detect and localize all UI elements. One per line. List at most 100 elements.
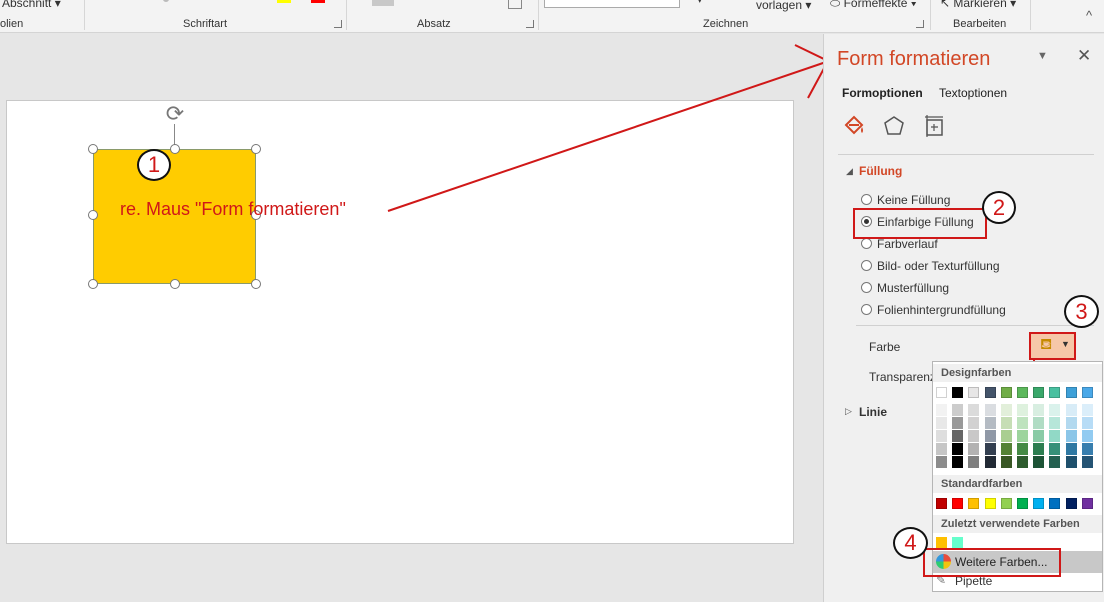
standard-color-swatch[interactable] <box>936 498 947 509</box>
theme-shade-swatch[interactable] <box>936 443 947 455</box>
theme-shade-swatch[interactable] <box>1033 456 1044 468</box>
section-fuellung[interactable]: Füllung <box>859 164 902 178</box>
section-linie[interactable]: Linie <box>859 405 887 419</box>
theme-shade-swatch[interactable] <box>985 456 996 468</box>
theme-shade-swatch[interactable] <box>1001 443 1012 455</box>
theme-tint-swatch[interactable] <box>985 417 996 429</box>
radio-musterfuellung[interactable] <box>861 282 872 293</box>
label-keine-fuellung[interactable]: Keine Füllung <box>877 193 950 207</box>
radio-farbverlauf[interactable] <box>861 238 872 249</box>
theme-tint-swatch[interactable] <box>1082 430 1093 442</box>
theme-shade-swatch[interactable] <box>1017 443 1028 455</box>
pane-options-dropdown-icon[interactable]: ▼ <box>1037 50 1048 62</box>
theme-tint-swatch[interactable] <box>968 430 979 442</box>
label-transparenz: Transparenz <box>869 370 936 384</box>
dropdown-arrow-icon: ▼ <box>1061 339 1070 349</box>
radio-bild-textur[interactable] <box>861 260 872 271</box>
color-picker-button[interactable]: ⛾ ▼ <box>1029 332 1076 360</box>
theme-tint-swatch[interactable] <box>1049 430 1060 442</box>
theme-tint-swatch[interactable] <box>1001 404 1012 416</box>
theme-shade-swatch[interactable] <box>1033 443 1044 455</box>
theme-tint-swatch[interactable] <box>968 404 979 416</box>
theme-tint-swatch[interactable] <box>952 417 963 429</box>
theme-tint-swatch[interactable] <box>968 417 979 429</box>
theme-color-swatch[interactable] <box>1082 387 1093 398</box>
radio-keine-fuellung[interactable] <box>861 194 872 205</box>
standard-color-swatch[interactable] <box>1001 498 1012 509</box>
theme-color-swatch[interactable] <box>1049 387 1060 398</box>
theme-tint-swatch[interactable] <box>1001 430 1012 442</box>
theme-tint-swatch[interactable] <box>985 430 996 442</box>
theme-tint-swatch[interactable] <box>1066 417 1077 429</box>
theme-shade-swatch[interactable] <box>1049 456 1060 468</box>
theme-tint-swatch[interactable] <box>936 417 947 429</box>
theme-shade-swatch[interactable] <box>1049 443 1060 455</box>
theme-shade-swatch[interactable] <box>1082 456 1093 468</box>
theme-tint-swatch[interactable] <box>952 404 963 416</box>
theme-tint-swatch[interactable] <box>1033 404 1044 416</box>
standard-color-swatch[interactable] <box>1066 498 1077 509</box>
theme-tint-swatch[interactable] <box>1017 417 1028 429</box>
label-folienhintergrund[interactable]: Folienhintergrundfüllung <box>877 303 1006 317</box>
standard-color-swatch[interactable] <box>1049 498 1060 509</box>
theme-shade-swatch[interactable] <box>968 443 979 455</box>
expand-triangle-icon[interactable]: ▷ <box>845 406 852 417</box>
theme-color-swatch[interactable] <box>1017 387 1028 398</box>
theme-shade-swatch[interactable] <box>1066 443 1077 455</box>
theme-shade-swatch[interactable] <box>1066 456 1077 468</box>
theme-color-swatch[interactable] <box>1066 387 1077 398</box>
paint-bucket-icon[interactable] <box>841 113 867 139</box>
standard-color-swatch[interactable] <box>952 498 963 509</box>
theme-color-swatch[interactable] <box>1001 387 1012 398</box>
theme-tint-swatch[interactable] <box>1017 430 1028 442</box>
tab-formoptionen[interactable]: Formoptionen <box>842 86 923 100</box>
collapse-triangle-icon[interactable]: ◢ <box>846 166 853 177</box>
theme-tint-swatch[interactable] <box>1066 430 1077 442</box>
theme-color-swatch[interactable] <box>985 387 996 398</box>
radio-folienhintergrund[interactable] <box>861 304 872 315</box>
theme-tint-swatch[interactable] <box>1001 417 1012 429</box>
standard-color-swatch[interactable] <box>1017 498 1028 509</box>
theme-shade-swatch[interactable] <box>952 443 963 455</box>
standard-color-swatch[interactable] <box>1082 498 1093 509</box>
theme-tint-swatch[interactable] <box>1066 404 1077 416</box>
theme-tint-swatch[interactable] <box>936 404 947 416</box>
divider <box>838 154 1094 155</box>
label-musterfuellung[interactable]: Musterfüllung <box>877 281 949 295</box>
pentagon-icon[interactable] <box>881 113 907 139</box>
theme-color-swatch[interactable] <box>936 387 947 398</box>
theme-tint-swatch[interactable] <box>1033 417 1044 429</box>
theme-color-swatch[interactable] <box>952 387 963 398</box>
theme-tint-swatch[interactable] <box>1017 404 1028 416</box>
theme-tint-swatch[interactable] <box>985 404 996 416</box>
tab-textoptionen[interactable]: Textoptionen <box>939 86 1007 100</box>
theme-tint-swatch[interactable] <box>1049 404 1060 416</box>
paint-bucket-icon: ⛾ <box>1040 336 1053 353</box>
theme-shade-swatch[interactable] <box>952 456 963 468</box>
theme-shade-swatch[interactable] <box>1017 456 1028 468</box>
theme-tint-swatch[interactable] <box>1049 417 1060 429</box>
theme-shade-swatch[interactable] <box>985 443 996 455</box>
theme-tint-swatch[interactable] <box>1082 404 1093 416</box>
label-bild-textur[interactable]: Bild- oder Texturfüllung <box>877 259 1000 273</box>
theme-color-swatch[interactable] <box>1033 387 1044 398</box>
theme-shade-swatch[interactable] <box>936 456 947 468</box>
theme-tint-swatch[interactable] <box>952 430 963 442</box>
standard-color-swatch[interactable] <box>1033 498 1044 509</box>
theme-tint-swatch[interactable] <box>936 430 947 442</box>
pane-title: Form formatieren <box>837 48 991 70</box>
theme-shade-swatch[interactable] <box>968 456 979 468</box>
theme-shade-swatch[interactable] <box>1082 443 1093 455</box>
theme-tint-swatch[interactable] <box>1033 430 1044 442</box>
label-farbverlauf[interactable]: Farbverlauf <box>877 237 938 251</box>
close-icon[interactable]: ✕ <box>1077 46 1091 66</box>
size-properties-icon[interactable] <box>921 113 947 139</box>
theme-tint-swatch[interactable] <box>1082 417 1093 429</box>
step-marker-2: 2 <box>982 191 1016 224</box>
theme-shade-swatch[interactable] <box>1001 456 1012 468</box>
theme-color-swatch[interactable] <box>968 387 979 398</box>
header-standardfarben: Standardfarben <box>933 475 1102 493</box>
step-marker-4: 4 <box>893 527 928 559</box>
standard-color-swatch[interactable] <box>985 498 996 509</box>
standard-color-swatch[interactable] <box>968 498 979 509</box>
